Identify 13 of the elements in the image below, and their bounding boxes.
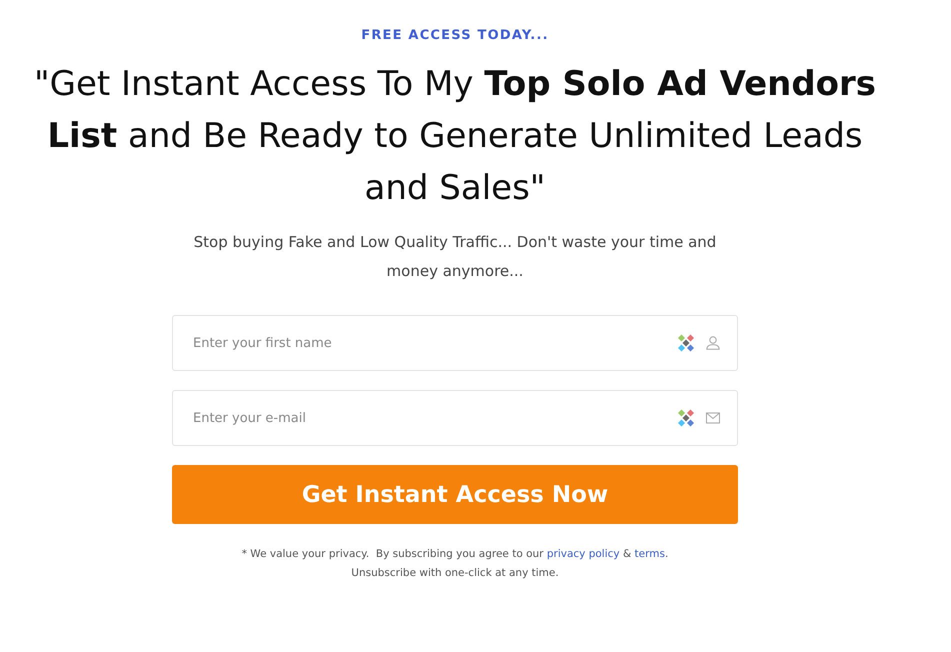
name-field[interactable]: Enter your first name	[172, 315, 738, 371]
diamond-cluster-icon[interactable]	[676, 408, 696, 428]
subheadline: Stop buying Fake and Low Quality Traffic... Don't waste your time and money anymore...	[192, 232, 718, 282]
terms-link[interactable]: terms	[634, 548, 665, 560]
unsubscribe-note: Unsubscribe with one-click at any time.	[351, 566, 559, 581]
envelope-icon	[706, 411, 720, 425]
person-icon	[706, 336, 720, 350]
privacy-policy-link[interactable]: privacy policy	[546, 548, 620, 560]
headline: "Get Instant Access To My Top Solo Ad Vendors List and Be Ready to Generate Unlimited Leads and Sales"	[32, 63, 878, 210]
diamond-cluster-icon[interactable]	[676, 333, 696, 353]
email-field[interactable]: Enter your e-mail	[172, 390, 738, 446]
privacy-note: * We value your privacy. By subscribing you agree to our privacy policy & terms.	[242, 547, 668, 562]
kicker-text: FREE ACCESS TODAY...	[361, 27, 549, 45]
